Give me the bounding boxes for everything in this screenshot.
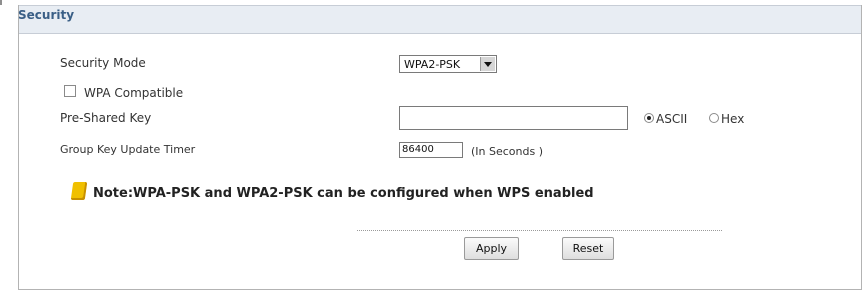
ascii-radio[interactable] [644,113,654,123]
group-key-timer-value: 86400 [402,144,434,155]
security-mode-label: Security Mode [60,56,146,70]
pre-shared-key-label: Pre-Shared Key [60,111,152,125]
reset-button[interactable]: Reset [562,237,614,260]
chevron-down-icon[interactable] [480,57,495,71]
panel-header [19,5,861,34]
wps-note: Note:WPA-PSK and WPA2-PSK can be configu… [93,186,594,201]
wpa-compatible-label: WPA Compatible [84,86,184,100]
security-mode-value: WPA2-PSK [404,58,461,71]
group-key-timer-input[interactable]: 86400 [399,142,463,158]
security-mode-select[interactable]: WPA2-PSK [399,55,497,73]
note-book-icon [70,182,88,200]
timer-unit-label: (In Seconds ) [471,145,544,158]
section-title: Security [18,8,75,22]
button-divider [357,230,722,231]
group-key-timer-label: Group Key Update Timer [60,143,196,156]
hex-radio-label: Hex [721,112,745,126]
hex-radio[interactable] [709,113,719,123]
pre-shared-key-input[interactable] [399,106,628,130]
wpa-compatible-checkbox[interactable] [64,85,76,97]
apply-button[interactable]: Apply [464,237,519,260]
ascii-radio-label: ASCII [656,112,688,126]
page-edge-fragment [0,0,2,5]
